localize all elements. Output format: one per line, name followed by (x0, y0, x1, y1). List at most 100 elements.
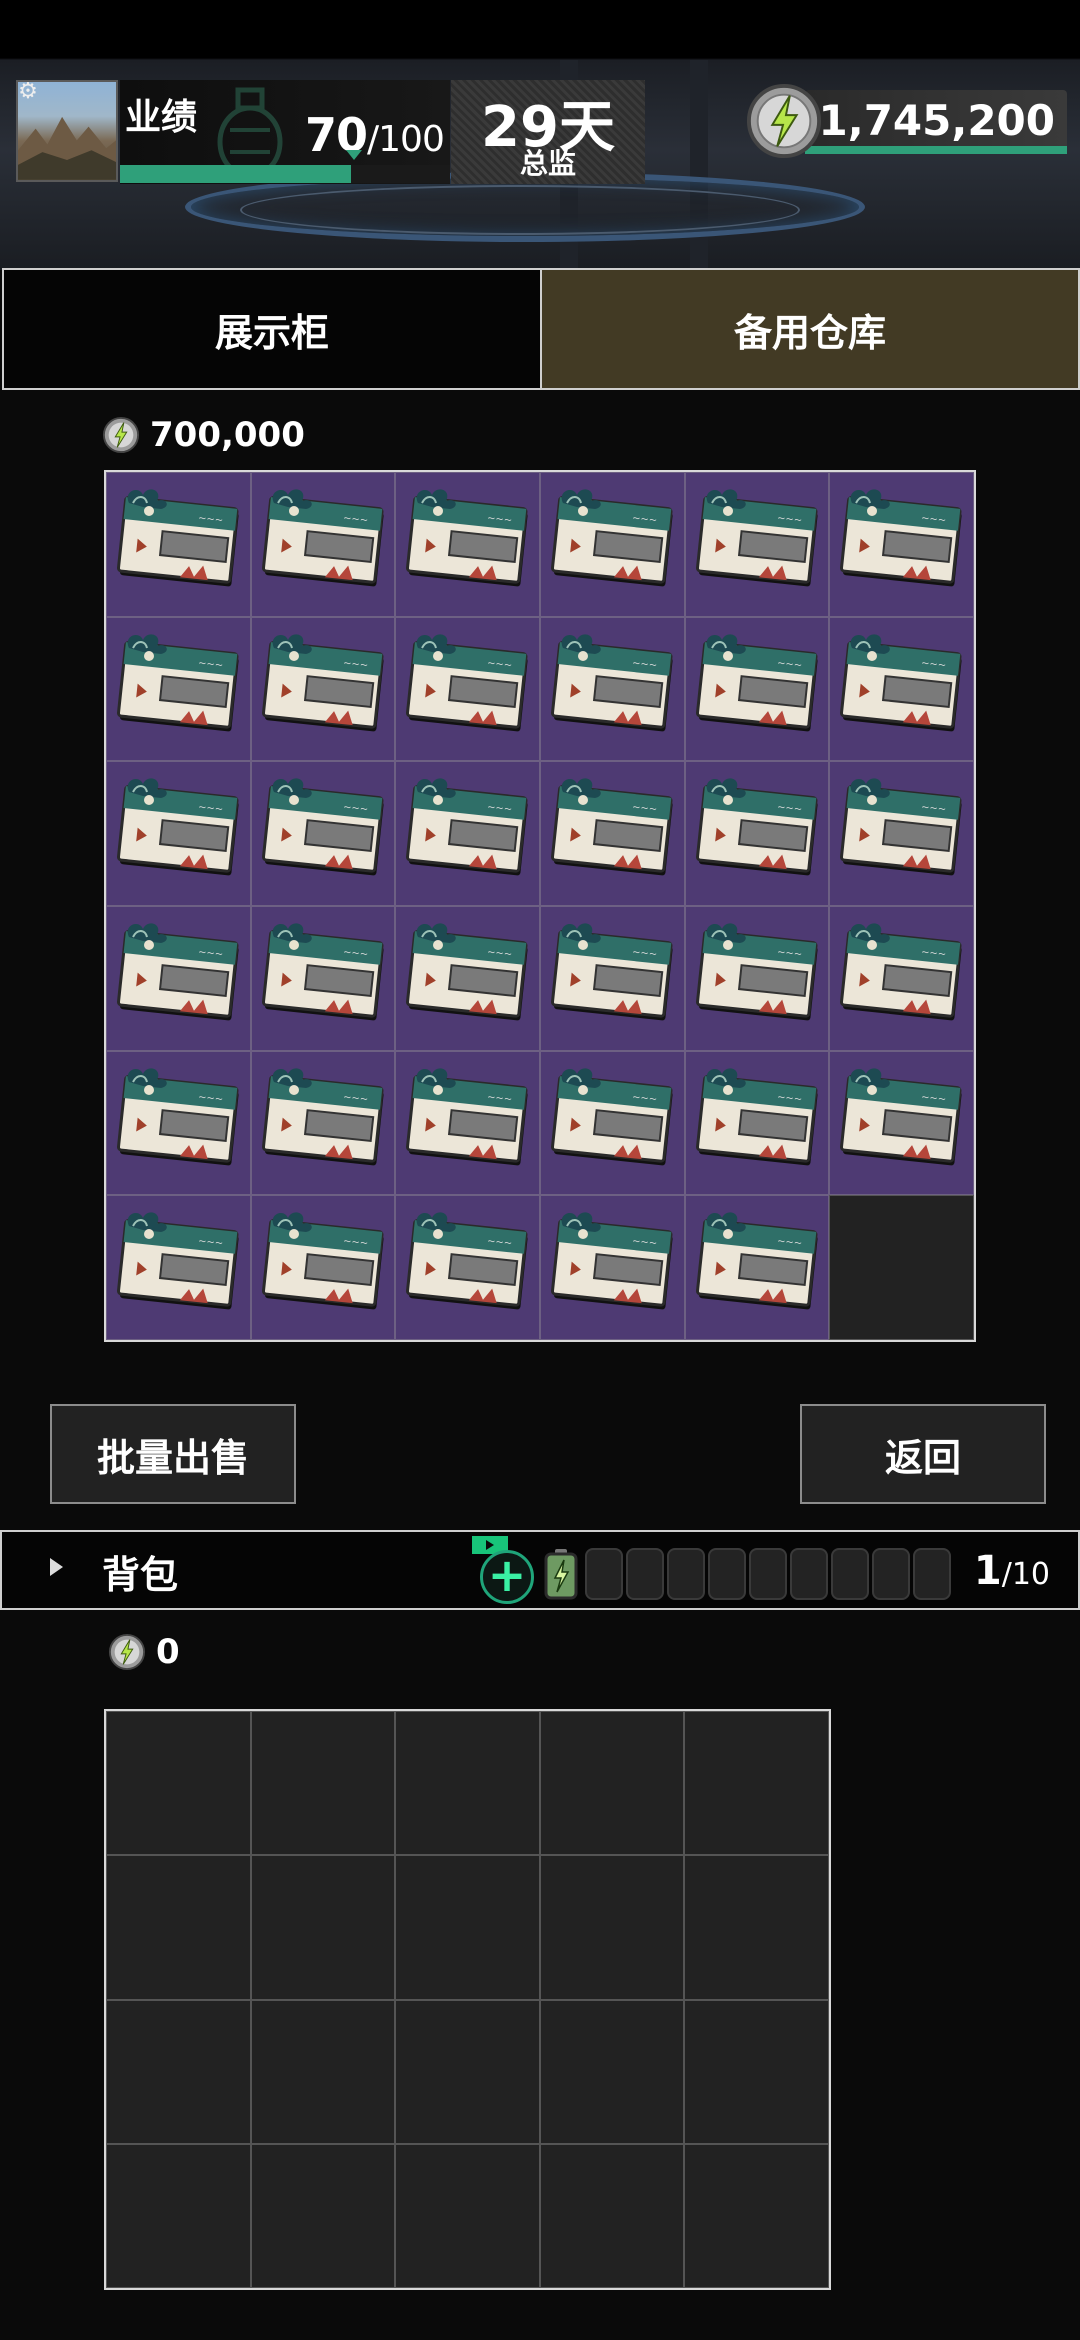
backpack-empty-slot[interactable] (250, 2143, 396, 2288)
backpack-empty-slot[interactable] (684, 1999, 829, 2144)
storage-item-slot[interactable]: ~~~ (250, 616, 396, 762)
backpack-empty-slot[interactable] (539, 1999, 685, 2144)
backpack-empty-slot[interactable] (395, 1855, 540, 2000)
storage-item-slot[interactable]: ~~~ (684, 472, 830, 617)
storage-item-slot[interactable]: ~~~ (395, 472, 540, 617)
ticket-icon: ~~~ (550, 1212, 673, 1310)
backpack-empty-slot[interactable] (106, 1855, 251, 2000)
empty-slot-icon (626, 1548, 664, 1600)
ticket-icon: ~~~ (406, 1067, 528, 1166)
storage-item-slot[interactable]: ~~~ (250, 906, 396, 1051)
backpack-empty-slot[interactable] (106, 2143, 251, 2288)
storage-item-slot[interactable]: ~~~ (395, 761, 540, 906)
backpack-title: 背包 (102, 1553, 179, 1597)
storage-item-slot[interactable]: ~~~ (540, 472, 685, 617)
ticket-icon: ~~~ (840, 1067, 962, 1166)
backpack-empty-slot[interactable] (395, 1711, 540, 1856)
storage-item-slot[interactable]: ~~~ (540, 1195, 685, 1340)
storage-item-slot[interactable]: ~~~ (250, 1050, 396, 1196)
storage-item-slot[interactable]: ~~~ (250, 1195, 396, 1340)
energy-coin-icon (746, 83, 822, 159)
storage-item-slot[interactable]: ~~~ (684, 761, 830, 906)
backpack-count-capacity: /10 (1001, 1557, 1050, 1592)
backpack-bar[interactable]: 背包 + 1/10 (0, 1530, 1080, 1610)
backpack-empty-slot[interactable] (684, 1855, 829, 2000)
storage-item-slot[interactable]: ~~~ (106, 1050, 251, 1196)
storage-item-slot[interactable]: ~~~ (395, 616, 540, 762)
storage-item-slot[interactable]: ~~~ (684, 1195, 830, 1340)
storage-item-slot[interactable]: ~~~ (540, 1050, 685, 1196)
storage-item-slot[interactable]: ~~~ (540, 616, 685, 762)
ticket-icon: ~~~ (261, 633, 384, 732)
ticket-icon: ~~~ (406, 489, 528, 587)
ticket-icon: ~~~ (550, 633, 673, 732)
storage-empty-slot[interactable] (829, 1195, 974, 1340)
storage-item-slot[interactable]: ~~~ (106, 472, 251, 617)
backpack-empty-slot[interactable] (539, 2143, 685, 2288)
storage-item-slot[interactable]: ~~~ (106, 1195, 251, 1340)
empty-slot-icon (585, 1548, 623, 1600)
backpack-empty-slot[interactable] (106, 1999, 251, 2144)
mountain-image (18, 117, 116, 180)
ticket-icon: ~~~ (116, 923, 239, 1021)
backpack-value-amount: 0 (156, 1632, 180, 1672)
backpack-empty-slot[interactable] (250, 1999, 396, 2144)
tab-backup-storage[interactable]: 备用仓库 (542, 270, 1078, 388)
expand-arrow-icon[interactable] (50, 1558, 63, 1576)
storage-item-slot[interactable]: ~~~ (684, 616, 830, 762)
storage-item-slot[interactable]: ~~~ (106, 616, 251, 762)
storage-item-slot[interactable]: ~~~ (250, 761, 396, 906)
ticket-icon: ~~~ (840, 923, 962, 1021)
bulk-sell-button[interactable]: 批量出售 (50, 1404, 296, 1504)
coin-balance-bar (805, 146, 1067, 154)
storage-item-slot[interactable]: ~~~ (395, 1050, 540, 1196)
storage-item-slot[interactable]: ~~~ (829, 906, 974, 1051)
backpack-empty-slot[interactable] (684, 1711, 829, 1856)
gear-icon[interactable]: ⚙ (16, 80, 40, 104)
storage-item-slot[interactable]: ~~~ (540, 761, 685, 906)
backpack-empty-slot[interactable] (250, 1711, 396, 1856)
backpack-empty-slot[interactable] (106, 1711, 251, 1856)
storage-item-slot[interactable]: ~~~ (106, 906, 251, 1051)
storage-item-slot[interactable]: ~~~ (395, 1195, 540, 1340)
storage-item-slot[interactable]: ~~~ (684, 906, 830, 1051)
backpack-empty-slot[interactable] (684, 2143, 829, 2288)
backpack-empty-slot[interactable] (250, 1855, 396, 2000)
performance-max: /100 (367, 119, 445, 160)
empty-slot-icon (708, 1548, 746, 1600)
storage-item-slot[interactable]: ~~~ (829, 1050, 974, 1196)
backpack-empty-slot[interactable] (539, 1711, 685, 1856)
performance-label: 业绩 (125, 97, 198, 138)
storage-item-slot[interactable]: ~~~ (684, 1050, 830, 1196)
tab-display-cabinet[interactable]: 展示柜 (4, 270, 542, 388)
backpack-empty-slot[interactable] (395, 1999, 540, 2144)
ticket-icon: ~~~ (695, 778, 818, 876)
storage-item-slot[interactable]: ~~~ (829, 761, 974, 906)
back-button[interactable]: 返回 (800, 1404, 1046, 1504)
ticket-icon: ~~~ (695, 489, 818, 587)
ticket-icon: ~~~ (116, 1212, 239, 1310)
backpack-empty-slot[interactable] (395, 2143, 540, 2288)
storage-item-slot[interactable]: ~~~ (395, 906, 540, 1051)
ticket-icon: ~~~ (116, 778, 239, 876)
storage-item-slot[interactable]: ~~~ (250, 472, 396, 617)
ticket-icon: ~~~ (116, 633, 239, 732)
backpack-empty-slot[interactable] (539, 1855, 685, 2000)
storage-item-slot[interactable]: ~~~ (106, 761, 251, 906)
storage-item-slot[interactable]: ~~~ (540, 906, 685, 1051)
ticket-icon: ~~~ (695, 1212, 818, 1310)
storage-value-amount: 700,000 (150, 415, 305, 455)
ticket-icon: ~~~ (695, 633, 818, 732)
storage-item-slot[interactable]: ~~~ (829, 472, 974, 617)
background-ring (240, 185, 800, 235)
energy-coin-icon (102, 416, 140, 454)
performance-progress-fill (120, 165, 351, 183)
empty-slot-icon (749, 1548, 787, 1600)
storage-item-slot[interactable]: ~~~ (829, 616, 974, 762)
ticket-icon: ~~~ (406, 633, 528, 732)
ticket-icon: ~~~ (840, 489, 962, 587)
add-slot-button[interactable]: + (480, 1550, 534, 1604)
performance-progress-bar (120, 165, 450, 183)
tab-bar: 展示柜 备用仓库 (2, 268, 1080, 390)
ticket-icon: ~~~ (406, 778, 528, 876)
